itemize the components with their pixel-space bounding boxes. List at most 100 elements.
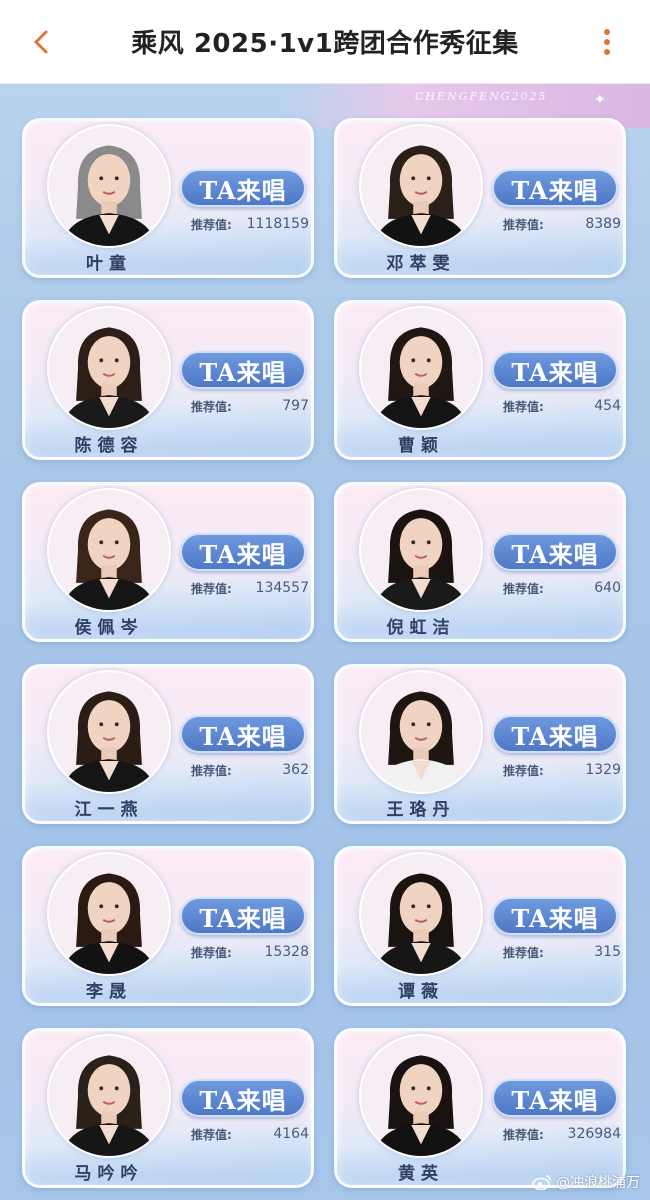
ta-sing-button[interactable]: TA来唱: [180, 1079, 306, 1117]
source-watermark: @冲浪桃浦万: [532, 1172, 640, 1192]
score-value: 134557: [255, 580, 309, 596]
portrait-image: [49, 672, 169, 792]
avatar: [359, 1034, 483, 1158]
recommend-score: 推荐值: 15328: [191, 943, 309, 961]
source-watermark-text: @冲浪桃浦万: [556, 1175, 640, 1191]
avatar: [359, 488, 483, 612]
chevron-left-icon: [34, 30, 48, 54]
recommend-score: 推荐值: 326984: [503, 1125, 621, 1143]
ta-sing-button[interactable]: TA来唱: [180, 169, 306, 207]
ta-sing-button[interactable]: TA来唱: [180, 897, 306, 935]
avatar: [47, 488, 171, 612]
candidate-card[interactable]: 马吟吟 TA来唱推荐值: 4164: [22, 1028, 314, 1188]
score-value: 640: [594, 580, 621, 596]
recommend-score: 推荐值: 1118159: [191, 215, 309, 233]
avatar: [359, 852, 483, 976]
ta-sing-button[interactable]: TA来唱: [492, 1079, 618, 1117]
ta-sing-button[interactable]: TA来唱: [180, 715, 306, 753]
avatar: [47, 124, 171, 248]
recommend-score: 推荐值: 134557: [191, 579, 309, 597]
score-value: 315: [594, 944, 621, 960]
score-label: 推荐值:: [503, 945, 544, 960]
score-label: 推荐值:: [191, 945, 232, 960]
score-label: 推荐值:: [503, 581, 544, 596]
score-value: 1118159: [246, 216, 309, 232]
avatar: [47, 1034, 171, 1158]
ta-sing-button[interactable]: TA来唱: [492, 715, 618, 753]
score-value: 326984: [567, 1126, 621, 1142]
portrait-image: [49, 854, 169, 974]
score-value: 454: [594, 398, 621, 414]
candidate-name: 叶童: [86, 254, 132, 274]
ta-sing-button[interactable]: TA来唱: [180, 533, 306, 571]
candidate-card[interactable]: 谭薇 TA来唱推荐值: 315: [334, 846, 626, 1006]
candidate-name: 李晟: [86, 982, 132, 1002]
portrait-image: [361, 854, 481, 974]
candidate-card[interactable]: 叶童 TA来唱推荐值: 1118159: [22, 118, 314, 278]
ta-sing-button[interactable]: TA来唱: [492, 533, 618, 571]
candidate-card[interactable]: 倪虹洁 TA来唱推荐值: 640: [334, 482, 626, 642]
avatar: [359, 670, 483, 794]
portrait-image: [361, 490, 481, 610]
score-label: 推荐值:: [191, 763, 232, 778]
score-label: 推荐值:: [191, 399, 232, 414]
candidate-card[interactable]: 李晟 TA来唱推荐值: 15328: [22, 846, 314, 1006]
candidate-card[interactable]: 陈德容 TA来唱推荐值: 797: [22, 300, 314, 460]
score-value: 8389: [585, 216, 621, 232]
page-title: 乘风 2025·1v1跨团合作秀征集: [131, 29, 519, 59]
candidate-card[interactable]: 黄英 TA来唱推荐值: 326984: [334, 1028, 626, 1188]
portrait-image: [49, 490, 169, 610]
candidate-grid: 叶童 TA来唱 推荐值: 1118159 邓萃雯 TA来唱 推荐值: 8389 陈德容 TA来唱推…: [0, 84, 650, 1200]
recommend-score: 推荐值: 797: [191, 397, 309, 415]
score-label: 推荐值:: [191, 581, 232, 596]
main-content[interactable]: CHENGFENG2025 ✦ 叶童 TA来唱 推荐值: 1118159 邓萃雯 TA来唱…: [0, 84, 650, 1200]
candidate-name: 曹颖: [398, 436, 444, 456]
avatar: [47, 852, 171, 976]
score-label: 推荐值:: [503, 1127, 544, 1142]
back-button[interactable]: [26, 26, 56, 58]
avatar: [359, 306, 483, 430]
candidate-name: 马吟吟: [74, 1164, 144, 1184]
candidate-name: 王珞丹: [386, 800, 456, 820]
avatar: [47, 670, 171, 794]
candidate-card[interactable]: 侯佩岑 TA来唱推荐值: 134557: [22, 482, 314, 642]
candidate-name: 黄英: [398, 1164, 444, 1184]
ta-sing-button[interactable]: TA来唱: [492, 897, 618, 935]
score-label: 推荐值:: [503, 217, 544, 232]
candidate-name: 侯佩岑: [74, 618, 144, 638]
portrait-image: [361, 1036, 481, 1156]
recommend-score: 推荐值: 315: [503, 943, 621, 961]
recommend-score: 推荐值: 8389: [503, 215, 621, 233]
portrait-image: [49, 1036, 169, 1156]
score-value: 362: [282, 762, 309, 778]
recommend-score: 推荐值: 1329: [503, 761, 621, 779]
avatar: [47, 306, 171, 430]
score-label: 推荐值:: [191, 217, 232, 232]
candidate-card[interactable]: 王珞丹 TA来唱推荐值: 1329: [334, 664, 626, 824]
score-label: 推荐值:: [191, 1127, 232, 1142]
recommend-score: 推荐值: 454: [503, 397, 621, 415]
candidate-card[interactable]: 曹颖 TA来唱推荐值: 454: [334, 300, 626, 460]
portrait-image: [49, 126, 169, 246]
ta-sing-button[interactable]: TA来唱: [492, 351, 618, 389]
candidate-card[interactable]: 江一燕 TA来唱推荐值: 362: [22, 664, 314, 824]
ta-sing-button[interactable]: TA来唱: [492, 169, 618, 207]
avatar: [359, 124, 483, 248]
recommend-score: 推荐值: 4164: [191, 1125, 309, 1143]
ta-sing-button[interactable]: TA来唱: [180, 351, 306, 389]
score-value: 15328: [264, 944, 309, 960]
candidate-name: 陈德容: [74, 436, 144, 456]
candidate-name: 江一燕: [74, 800, 144, 820]
score-label: 推荐值:: [503, 399, 544, 414]
candidate-card[interactable]: 邓萃雯 TA来唱 推荐值: 8389: [334, 118, 626, 278]
weibo-icon: [532, 1175, 551, 1190]
portrait-image: [361, 126, 481, 246]
recommend-score: 推荐值: 640: [503, 579, 621, 597]
candidate-name: 倪虹洁: [386, 618, 456, 638]
candidate-name: 谭薇: [398, 982, 444, 1002]
more-options-button[interactable]: [594, 26, 620, 58]
portrait-image: [361, 308, 481, 428]
score-label: 推荐值:: [503, 763, 544, 778]
more-vertical-icon: [604, 29, 610, 55]
recommend-score: 推荐值: 362: [191, 761, 309, 779]
